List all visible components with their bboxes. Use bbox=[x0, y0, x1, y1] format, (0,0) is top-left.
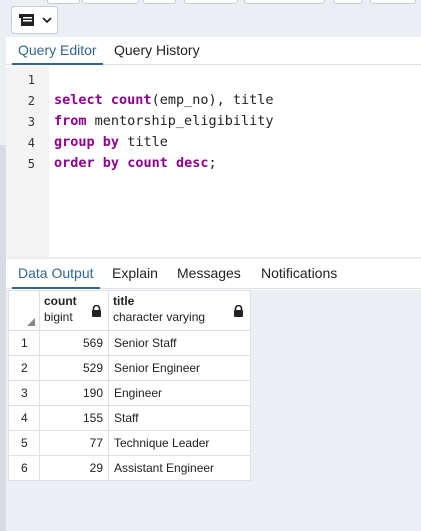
cell-title[interactable]: Staff bbox=[108, 405, 251, 431]
tab-messages[interactable]: Messages bbox=[171, 259, 247, 289]
output-tabbar: Data Output Explain Messages Notificatio… bbox=[6, 259, 421, 289]
cell-count[interactable]: 529 bbox=[39, 355, 109, 381]
sql-keyword: by bbox=[102, 155, 120, 171]
chevron-down-icon bbox=[41, 16, 52, 24]
code-line: from mentorship_eligibility bbox=[54, 113, 274, 129]
lock-icon bbox=[233, 304, 244, 320]
toolbar-button[interactable] bbox=[370, 0, 416, 4]
row-number[interactable]: 4 bbox=[8, 405, 40, 431]
cell-title[interactable]: Engineer bbox=[108, 380, 251, 406]
sql-keyword: group bbox=[54, 134, 95, 150]
cell-title[interactable]: Senior Staff bbox=[108, 330, 251, 356]
line-number: 4 bbox=[27, 136, 35, 150]
table-row[interactable]: 1 569 Senior Staff bbox=[8, 330, 251, 356]
row-number[interactable]: 1 bbox=[8, 330, 40, 356]
cell-title[interactable]: Assistant Engineer bbox=[108, 455, 251, 481]
sql-keyword: from bbox=[54, 113, 87, 129]
toolbar-button[interactable] bbox=[47, 0, 80, 4]
tab-notifications[interactable]: Notifications bbox=[255, 259, 343, 289]
table-row[interactable]: 4 155 Staff bbox=[8, 405, 251, 431]
toolbar bbox=[0, 0, 421, 5]
column-header-title[interactable]: title character varying bbox=[108, 290, 251, 331]
sql-keyword: desc bbox=[175, 155, 209, 171]
sql-keyword: by bbox=[102, 134, 120, 150]
toolbar-button[interactable] bbox=[82, 0, 139, 4]
line-number-gutter: 1 2 3 4 5 bbox=[6, 66, 49, 257]
table-row[interactable]: 3 190 Engineer bbox=[8, 380, 251, 406]
column-name: title bbox=[113, 294, 135, 308]
tab-query-editor[interactable]: Query Editor bbox=[12, 37, 103, 65]
toolbar-button[interactable] bbox=[244, 0, 325, 4]
row-number[interactable]: 5 bbox=[8, 430, 40, 456]
table-row[interactable]: 5 77 Technique Leader bbox=[8, 430, 251, 456]
column-header-count[interactable]: count bigint bbox=[39, 290, 109, 331]
sql-keyword: select bbox=[54, 92, 103, 108]
tab-data-output[interactable]: Data Output bbox=[12, 259, 100, 289]
cell-title[interactable]: Senior Engineer bbox=[108, 355, 251, 381]
cell-count[interactable]: 190 bbox=[39, 380, 109, 406]
code-line: select count(emp_no), title bbox=[54, 92, 274, 108]
cell-count[interactable]: 155 bbox=[39, 405, 109, 431]
tab-query-history[interactable]: Query History bbox=[108, 37, 206, 65]
macro-icon bbox=[18, 12, 38, 28]
macros-button[interactable] bbox=[11, 6, 58, 34]
line-number: 3 bbox=[27, 115, 35, 129]
data-grid-area: count bigint title character varying 1 5… bbox=[6, 290, 421, 531]
cell-count[interactable]: 569 bbox=[39, 330, 109, 356]
cell-count[interactable]: 29 bbox=[39, 455, 109, 481]
column-type: character varying bbox=[113, 310, 206, 324]
table-row[interactable]: 6 29 Assistant Engineer bbox=[8, 455, 251, 481]
toolbar-button[interactable] bbox=[143, 0, 176, 4]
line-number: 1 bbox=[27, 73, 35, 87]
query-editor-panel: Query Editor Query History 1 2 3 4 5 sel… bbox=[6, 37, 421, 257]
toolbar-button[interactable] bbox=[184, 0, 238, 4]
output-panel: Data Output Explain Messages Notificatio… bbox=[6, 259, 421, 531]
sql-keyword: count bbox=[127, 155, 168, 171]
sql-keyword: count bbox=[110, 92, 152, 108]
select-all-corner[interactable] bbox=[8, 290, 40, 331]
cell-count[interactable]: 77 bbox=[39, 430, 109, 456]
code-line: order by count desc; bbox=[54, 155, 217, 171]
sql-code-editor[interactable]: select count(emp_no), title from mentors… bbox=[54, 66, 421, 257]
line-number: 2 bbox=[27, 94, 35, 108]
cell-title[interactable]: Technique Leader bbox=[108, 430, 251, 456]
row-number[interactable]: 6 bbox=[8, 455, 40, 481]
results-table: count bigint title character varying 1 5… bbox=[8, 290, 251, 481]
sql-keyword: order bbox=[54, 155, 95, 171]
tab-explain[interactable]: Explain bbox=[106, 259, 164, 289]
toolbar-button[interactable] bbox=[333, 0, 363, 4]
editor-tabbar: Query Editor Query History bbox=[6, 37, 421, 65]
table-row[interactable]: 2 529 Senior Engineer bbox=[8, 355, 251, 381]
code-line: group by title bbox=[54, 134, 168, 150]
lock-icon bbox=[91, 304, 102, 320]
row-number[interactable]: 3 bbox=[8, 380, 40, 406]
row-number[interactable]: 2 bbox=[8, 355, 40, 381]
line-number: 5 bbox=[27, 157, 35, 171]
